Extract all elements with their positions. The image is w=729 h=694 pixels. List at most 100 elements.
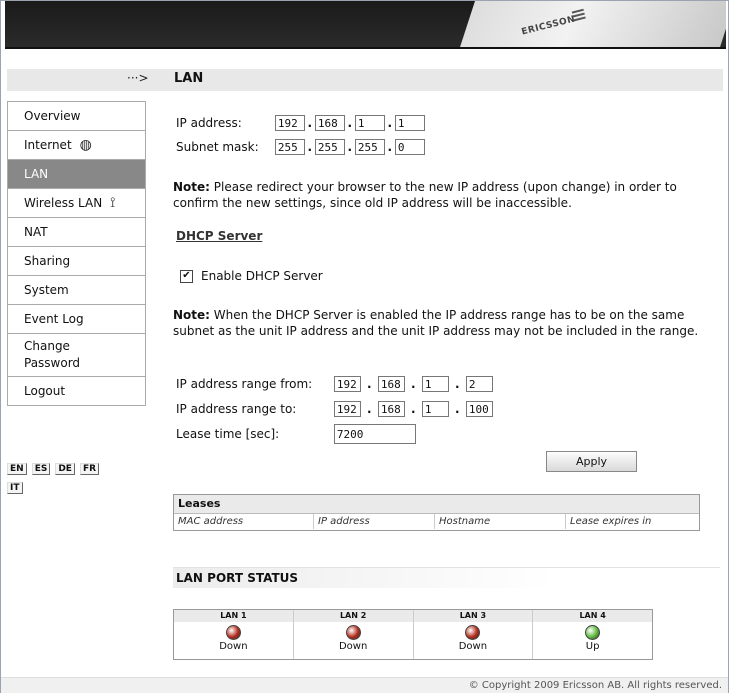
to-octet-2[interactable]: 168 <box>377 401 405 417</box>
leases-title: Leases <box>174 495 699 514</box>
sidebar-item-label-line1: Change <box>24 339 70 353</box>
port-label: LAN 1 <box>174 610 293 622</box>
ip-octet-4[interactable]: 1 <box>394 115 425 131</box>
leases-col-ip: IP address <box>314 514 435 529</box>
page-title: LAN <box>174 71 204 86</box>
mask-octet-3[interactable]: 255 <box>354 139 385 155</box>
ip-octet-1[interactable]: 192 <box>274 115 305 131</box>
to-octet-1[interactable]: 192 <box>333 401 361 417</box>
status-led-icon <box>465 625 481 640</box>
from-octet-3[interactable]: 1 <box>421 376 449 392</box>
sidebar-item-label: Sharing <box>24 254 71 268</box>
to-octet-3[interactable]: 1 <box>421 401 449 417</box>
sidebar-item-lan[interactable]: LAN <box>8 160 145 189</box>
arrow-icon: ···> <box>127 71 149 85</box>
sidebar-item-label: LAN <box>24 167 49 181</box>
mask-octet-2[interactable]: 255 <box>314 139 345 155</box>
port-lan-2: LAN 2 Down <box>293 610 414 659</box>
sidebar-item-label: Overview <box>24 109 81 123</box>
lang-en-button[interactable]: EN <box>7 463 27 475</box>
note-label: Note: <box>173 308 210 322</box>
subnet-mask-label: Subnet mask: <box>176 139 259 154</box>
ip-octet-2[interactable]: 168 <box>314 115 345 131</box>
language-selector: EN ES DE FR IT <box>7 460 127 498</box>
mask-octet-1[interactable]: 255 <box>274 139 305 155</box>
sidebar-item-label: Event Log <box>24 312 84 326</box>
status-led-icon <box>345 625 361 640</box>
from-octet-2[interactable]: 168 <box>377 376 405 392</box>
leases-table: Leases MAC address IP address Hostname L… <box>173 494 700 531</box>
leases-col-hostname: Hostname <box>435 514 566 529</box>
ip-address-label: IP address: <box>176 115 242 130</box>
port-status: Down <box>458 641 488 652</box>
leases-col-expires: Lease expires in <box>570 516 652 527</box>
from-octet-4[interactable]: 2 <box>465 376 493 392</box>
globe-icon: ◍ <box>79 137 92 153</box>
range-to-row: IP address range to: 192. 168. 1. 100 <box>176 401 493 417</box>
to-octet-4[interactable]: 100 <box>465 401 493 417</box>
sidebar-item-change-password[interactable]: Change Password <box>8 334 145 377</box>
sidebar-item-nat[interactable]: NAT <box>8 218 145 247</box>
sidebar-item-system[interactable]: System <box>8 276 145 305</box>
dhcp-note: Note: When the DHCP Server is enabled th… <box>173 307 717 339</box>
antenna-icon: ⟟ <box>110 195 116 211</box>
from-octet-1[interactable]: 192 <box>333 376 361 392</box>
leases-header-row: MAC address IP address Hostname Lease ex… <box>174 514 699 529</box>
lang-fr-button[interactable]: FR <box>79 463 100 475</box>
mask-octet-4[interactable]: 0 <box>394 139 425 155</box>
banner-panel <box>455 1 726 47</box>
sidebar-item-label: Wireless LAN <box>24 196 103 210</box>
sidebar-item-internet[interactable]: Internet ◍ <box>8 131 145 160</box>
enable-dhcp-row: ✔ Enable DHCP Server <box>180 269 323 283</box>
redirect-note: Note: Please redirect your browser to th… <box>173 179 717 211</box>
note-text: When the DHCP Server is enabled the IP a… <box>173 308 699 338</box>
leases-col-mac: MAC address <box>174 514 314 529</box>
sidebar-item-label: Logout <box>24 384 66 398</box>
ip-address-row: IP address: 192. 168. 1. 1 <box>176 115 425 131</box>
enable-dhcp-label: Enable DHCP Server <box>201 269 323 283</box>
browser-frame: ERICSSON ···> LAN Overview Internet ◍ LAN… <box>0 0 729 693</box>
port-lan-3: LAN 3 Down <box>413 610 534 659</box>
sidebar-item-label: Internet <box>24 138 72 152</box>
sidebar-item-label-line2: Password <box>24 356 81 370</box>
range-from-row: IP address range from: 192. 168. 1. 2 <box>176 376 493 392</box>
port-label: LAN 4 <box>533 610 652 622</box>
port-lan-4: LAN 4 Up <box>533 610 652 659</box>
port-label: LAN 3 <box>413 610 533 622</box>
range-from-label: IP address range from: <box>176 376 313 391</box>
lease-time-row: Lease time [sec]: 7200 <box>176 424 416 444</box>
range-to-label: IP address range to: <box>176 401 297 416</box>
status-led-icon <box>585 625 601 640</box>
title-bar <box>7 69 723 91</box>
note-label: Note: <box>173 180 210 194</box>
footer-copyright: © Copyright 2009 Ericsson AB. All rights… <box>1 677 728 693</box>
note-text: Please redirect your browser to the new … <box>173 180 677 210</box>
port-label: LAN 2 <box>293 610 413 622</box>
sidebar-item-event-log[interactable]: Event Log <box>8 305 145 334</box>
enable-dhcp-checkbox[interactable]: ✔ <box>180 270 193 283</box>
port-lan-1: LAN 1 Down <box>174 610 294 659</box>
lang-es-button[interactable]: ES <box>31 463 51 475</box>
port-status: Up <box>585 641 600 652</box>
lang-de-button[interactable]: DE <box>55 463 75 475</box>
sidebar-item-label: System <box>24 283 69 297</box>
lan-port-status-heading: LAN PORT STATUS <box>173 567 720 588</box>
sidebar-item-wireless-lan[interactable]: Wireless LAN ⟟ <box>8 189 145 218</box>
port-status: Down <box>219 641 248 652</box>
lease-time-input[interactable]: 7200 <box>333 424 416 444</box>
lan-port-status-table: LAN 1 Down LAN 2 Down LAN 3 Down LAN 4 Up <box>173 609 653 660</box>
sidebar-item-overview[interactable]: Overview <box>8 102 145 131</box>
port-status: Down <box>338 641 368 652</box>
sidebar-item-sharing[interactable]: Sharing <box>8 247 145 276</box>
ip-octet-3[interactable]: 1 <box>354 115 385 131</box>
sidebar-item-label: NAT <box>24 225 48 239</box>
header-banner: ERICSSON <box>5 1 726 49</box>
apply-button[interactable]: Apply <box>546 451 637 472</box>
subnet-mask-row: Subnet mask: 255. 255. 255. 0 <box>176 139 425 155</box>
sidebar-item-logout[interactable]: Logout <box>8 377 145 405</box>
dhcp-server-heading: DHCP Server <box>176 229 263 243</box>
status-led-icon <box>225 625 241 640</box>
lang-it-button[interactable]: IT <box>7 482 23 494</box>
sidebar-nav: Overview Internet ◍ LAN Wireless LAN ⟟ NAT… <box>7 101 146 406</box>
lease-time-label: Lease time [sec]: <box>176 426 280 441</box>
